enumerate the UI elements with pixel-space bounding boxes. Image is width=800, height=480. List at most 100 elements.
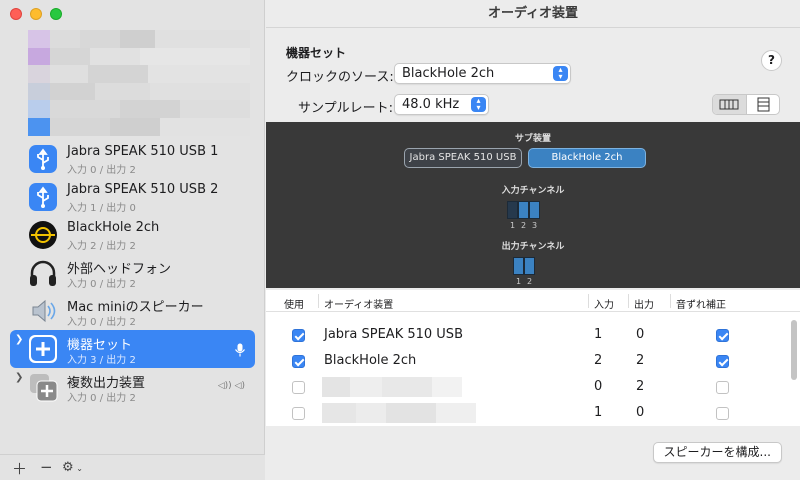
headphones-icon bbox=[30, 260, 56, 286]
input-channel-number: 2 bbox=[521, 221, 527, 230]
input-channels-title: 入力チャンネル bbox=[501, 186, 565, 196]
device-io: 入力 0 / 出力 2 bbox=[67, 317, 136, 328]
device-jabra-2[interactable]: Jabra SPEAK 510 USB 2 入力 1 / 出力 0 bbox=[10, 178, 255, 216]
chevron-updown-icon: ▴ ▾ bbox=[553, 66, 568, 81]
use-checkbox[interactable] bbox=[292, 407, 305, 420]
table-header: 使用 オーディオ装置 入力 出力 音ずれ補正 bbox=[266, 290, 800, 312]
output-count-cell: 2 bbox=[636, 353, 645, 368]
table-row: 1 0 bbox=[266, 400, 786, 426]
device-sidebar: Jabra SPEAK 510 USB 1 入力 0 / 出力 2 Jabra … bbox=[0, 0, 265, 480]
pixelated-device-list bbox=[28, 30, 250, 136]
device-io: 入力 0 / 出力 2 bbox=[67, 165, 136, 176]
clock-source-select[interactable]: BlackHole 2ch ▴ ▾ bbox=[394, 63, 571, 84]
add-device-button[interactable]: ＋ bbox=[12, 458, 27, 479]
output-channel-number: 1 bbox=[516, 277, 522, 286]
column-drift-correction[interactable]: 音ずれ補正 bbox=[676, 296, 726, 311]
usb-icon bbox=[29, 145, 57, 173]
use-checkbox[interactable] bbox=[292, 381, 305, 394]
table-row: 0 2 bbox=[266, 374, 786, 400]
device-blackhole[interactable]: BlackHole 2ch 入力 2 / 出力 2 bbox=[10, 216, 255, 254]
input-channel-number: 3 bbox=[532, 221, 538, 230]
device-name-cell: Jabra SPEAK 510 USB bbox=[324, 327, 463, 342]
drift-correction-checkbox[interactable] bbox=[716, 407, 729, 420]
output-channel-2 bbox=[524, 257, 535, 275]
subdevice-blackhole[interactable]: BlackHole 2ch bbox=[528, 148, 646, 168]
view-toggle[interactable] bbox=[712, 94, 780, 115]
table-scrollbar[interactable] bbox=[791, 320, 797, 380]
device-io: 入力 2 / 出力 2 bbox=[67, 241, 136, 252]
volume-indicator-icon: ◁)) ◁) bbox=[217, 381, 245, 391]
clock-source-label: クロックのソース: bbox=[286, 70, 394, 85]
input-count-cell: 0 bbox=[594, 379, 603, 394]
column-output[interactable]: 出力 bbox=[634, 296, 654, 311]
device-io: 入力 0 / 出力 2 bbox=[67, 393, 136, 404]
output-channel-strip bbox=[513, 257, 535, 275]
device-name: Jabra SPEAK 510 USB 1 bbox=[67, 144, 219, 159]
microphone-icon bbox=[235, 343, 245, 357]
zoom-button[interactable] bbox=[50, 8, 62, 20]
input-channel-number: 1 bbox=[510, 221, 516, 230]
clock-source-value: BlackHole 2ch bbox=[402, 66, 495, 81]
column-device[interactable]: オーディオ装置 bbox=[324, 296, 393, 311]
gear-menu-icon[interactable]: ⚙ ⌄ bbox=[62, 460, 83, 475]
device-name: Jabra SPEAK 510 USB 2 bbox=[67, 182, 219, 197]
sidebar-toolbar: ＋ − ⚙ ⌄ bbox=[0, 454, 265, 480]
device-multi-output[interactable]: ❯ 複数出力装置 入力 0 / 出力 2 ◁)) ◁) bbox=[10, 368, 255, 406]
output-channel-number: 2 bbox=[527, 277, 533, 286]
output-channel-1 bbox=[513, 257, 524, 275]
chevron-updown-icon: ▴ ▾ bbox=[471, 97, 486, 112]
input-count-cell: 1 bbox=[594, 405, 603, 420]
use-checkbox[interactable] bbox=[292, 355, 305, 368]
input-channel-strip bbox=[507, 201, 540, 219]
column-input[interactable]: 入力 bbox=[594, 296, 614, 311]
columns-view-icon[interactable] bbox=[713, 95, 747, 114]
aggregate-device-title: 機器セット bbox=[286, 46, 347, 60]
device-io: 入力 3 / 出力 2 bbox=[67, 355, 136, 366]
drift-correction-checkbox[interactable] bbox=[716, 381, 729, 394]
device-detail-pane: オーディオ装置 機器セット ? クロックのソース: BlackHole 2ch … bbox=[266, 0, 800, 480]
audio-midi-window: Jabra SPEAK 510 USB 1 入力 0 / 出力 2 Jabra … bbox=[0, 0, 800, 480]
rows-view-icon[interactable] bbox=[747, 95, 780, 114]
table-row: Jabra SPEAK 510 USB 1 0 bbox=[266, 322, 786, 348]
device-external-headphones[interactable]: 外部ヘッドフォン 入力 0 / 出力 2 bbox=[10, 254, 255, 292]
device-list: Jabra SPEAK 510 USB 1 入力 0 / 出力 2 Jabra … bbox=[0, 140, 265, 406]
sample-rate-label: サンプルレート: bbox=[298, 101, 393, 116]
device-name: BlackHole 2ch bbox=[67, 220, 160, 235]
drift-correction-checkbox[interactable] bbox=[716, 329, 729, 342]
pixelated-device-name bbox=[322, 377, 462, 397]
close-button[interactable] bbox=[10, 8, 22, 20]
input-channel-1 bbox=[507, 201, 518, 219]
speaker-icon bbox=[32, 299, 56, 323]
device-jabra-1[interactable]: Jabra SPEAK 510 USB 1 入力 0 / 出力 2 bbox=[10, 140, 255, 178]
minimize-button[interactable] bbox=[30, 8, 42, 20]
output-channels-title: 出力チャンネル bbox=[501, 242, 565, 252]
device-name-cell: BlackHole 2ch bbox=[324, 353, 417, 368]
device-aggregate[interactable]: ❯ 機器セット 入力 3 / 出力 2 bbox=[10, 330, 255, 368]
sample-rate-select[interactable]: 48.0 kHz ▴ ▾ bbox=[394, 94, 489, 115]
device-mac-mini-speakers[interactable]: Mac miniのスピーカー 入力 0 / 出力 2 bbox=[10, 292, 255, 330]
usb-icon bbox=[29, 183, 57, 211]
input-count-cell: 2 bbox=[594, 353, 603, 368]
configure-speakers-button[interactable]: スピーカーを構成... bbox=[652, 442, 782, 463]
blackhole-icon bbox=[29, 221, 57, 249]
remove-device-button[interactable]: − bbox=[40, 458, 53, 476]
input-count-cell: 1 bbox=[594, 327, 603, 342]
table-row: BlackHole 2ch 2 2 bbox=[266, 348, 786, 374]
window-controls bbox=[10, 8, 62, 20]
sample-rate-value: 48.0 kHz bbox=[402, 97, 460, 112]
output-count-cell: 0 bbox=[636, 405, 645, 420]
help-button[interactable]: ? bbox=[761, 50, 782, 71]
disclosure-chevron-icon[interactable]: ❯ bbox=[15, 372, 23, 383]
drift-correction-checkbox[interactable] bbox=[716, 355, 729, 368]
column-use[interactable]: 使用 bbox=[284, 296, 304, 311]
disclosure-chevron-icon[interactable]: ❯ bbox=[15, 334, 23, 345]
window-title: オーディオ装置 bbox=[266, 0, 800, 28]
channel-preview: サブ装置 Jabra SPEAK 510 USB BlackHole 2ch 入… bbox=[266, 122, 800, 288]
use-checkbox[interactable] bbox=[292, 329, 305, 342]
pixelated-device-name bbox=[322, 403, 476, 423]
input-channel-2 bbox=[518, 201, 529, 219]
output-count-cell: 2 bbox=[636, 379, 645, 394]
input-channel-3 bbox=[529, 201, 540, 219]
subdevice-jabra[interactable]: Jabra SPEAK 510 USB bbox=[404, 148, 522, 168]
subdevice-table: 使用 オーディオ装置 入力 出力 音ずれ補正 Jabra SPEAK 510 U… bbox=[266, 290, 800, 426]
